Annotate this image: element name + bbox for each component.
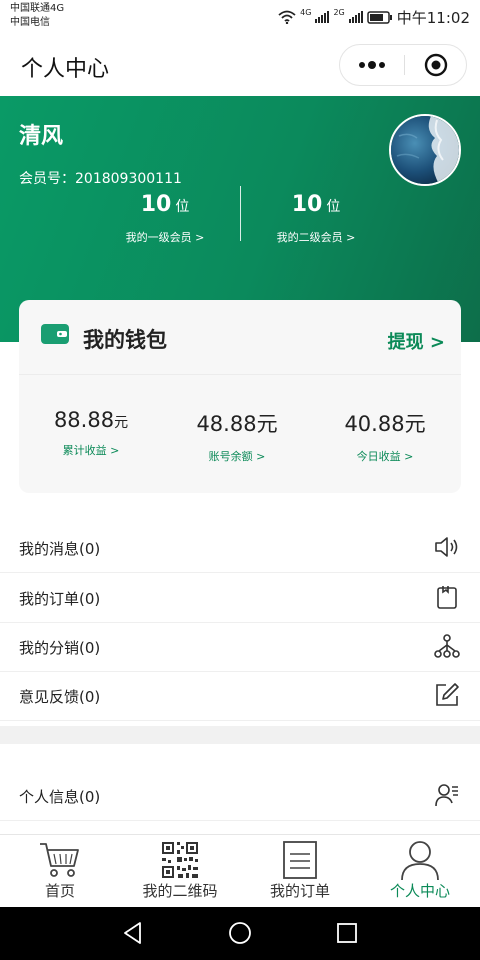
carrier-primary: 中国联通4G <box>10 3 65 14</box>
tab-orders[interactable]: 我的订单 <box>240 835 360 907</box>
menu-item-label: 个人信息(0) <box>19 788 101 806</box>
today-earnings-label: 今日收益 > <box>356 450 414 463</box>
tab-qrcode[interactable]: 我的二维码 <box>120 835 240 907</box>
target-icon <box>424 53 448 77</box>
ellipsis-icon <box>359 61 385 69</box>
tab-qrcode-label: 我的二维码 <box>142 882 218 900</box>
level2-label: 我的二级会员 > <box>276 231 356 244</box>
menu-item-label: 我的消息(0) <box>19 540 101 558</box>
menu-item-orders[interactable]: 我的订单(0) <box>0 574 480 623</box>
signal-2g-label: 2G <box>333 7 345 17</box>
signal-icon <box>315 11 330 23</box>
close-mini-program-button[interactable] <box>405 45 467 85</box>
signal-icon-2 <box>348 11 363 23</box>
tab-home[interactable]: 首页 <box>0 835 120 907</box>
today-earnings-unit: 元 <box>404 412 426 436</box>
qrcode-icon <box>162 842 198 878</box>
recents-icon[interactable] <box>334 920 360 946</box>
carrier-secondary: 中国电信 <box>10 17 50 28</box>
menu-item-label: 意见反馈(0) <box>19 688 101 706</box>
menu-item-messages[interactable]: 我的消息(0) <box>0 524 480 573</box>
back-icon[interactable] <box>120 920 146 946</box>
user-info-icon <box>435 784 458 807</box>
battery-icon <box>367 10 392 24</box>
menu-item-label: 我的订单(0) <box>19 590 101 608</box>
title-bar: 个人中心 <box>0 34 480 96</box>
account-balance[interactable]: 48.88元 账号余额 > <box>162 408 312 464</box>
account-balance-unit: 元 <box>256 412 278 436</box>
member-number: 会员号：201809300111 <box>19 171 182 187</box>
level1-label: 我的一级会员 > <box>125 231 205 244</box>
menu-item-feedback[interactable]: 意见反馈(0) <box>0 672 480 721</box>
avatar-image <box>391 116 459 184</box>
cart-icon <box>40 843 79 877</box>
account-balance-amount: 48.88 <box>196 412 257 436</box>
level1-count: 10 <box>140 192 172 217</box>
avatar[interactable] <box>389 114 461 186</box>
network-icon <box>434 634 460 658</box>
account-balance-label: 账号余额 > <box>208 450 266 463</box>
username: 清风 <box>19 124 64 149</box>
today-earnings[interactable]: 40.88元 今日收益 > <box>310 408 460 464</box>
wallet-icon <box>41 324 69 344</box>
section-gap <box>0 726 480 744</box>
menu-item-distribution[interactable]: 我的分销(0) <box>0 623 480 672</box>
total-earnings[interactable]: 88.88元 累计收益 > <box>16 408 166 458</box>
total-earnings-label: 累计收益 > <box>62 444 120 457</box>
level1-members[interactable]: 10 位 我的一级会员 > <box>85 192 245 245</box>
wallet-title: 我的钱包 <box>83 328 167 352</box>
level1-unit: 位 <box>175 199 190 215</box>
tab-bar: 首页 我的二维码 我的订单 个人中心 <box>0 834 480 907</box>
total-earnings-unit: 元 <box>114 415 129 431</box>
tab-orders-label: 我的订单 <box>269 882 330 900</box>
level2-count: 10 <box>291 192 323 217</box>
tab-profile[interactable]: 个人中心 <box>360 835 480 907</box>
total-earnings-amount: 88.88 <box>53 408 115 432</box>
home-icon[interactable] <box>227 920 253 946</box>
mini-program-capsule <box>339 44 467 86</box>
system-navigation-bar <box>0 907 480 960</box>
clipboard-icon <box>437 586 457 609</box>
person-icon <box>401 841 439 880</box>
wallet-card: 我的钱包 提现 > 88.88元 累计收益 > 48.88元 账号余额 > 40… <box>19 300 461 493</box>
page-title: 个人中心 <box>21 57 110 82</box>
menu-item-label: 我的分销(0) <box>19 639 101 657</box>
wifi-icon <box>278 10 296 24</box>
today-earnings-amount: 40.88 <box>344 412 405 436</box>
withdraw-link[interactable]: 提现 > <box>388 328 445 354</box>
clock: 中午11:02 <box>396 8 470 27</box>
tab-home-label: 首页 <box>44 882 75 900</box>
level2-members[interactable]: 10 位 我的二级会员 > <box>236 192 396 245</box>
tab-profile-label: 个人中心 <box>389 882 450 900</box>
speaker-icon <box>435 537 458 557</box>
document-icon <box>283 841 317 879</box>
signal-4g-label: 4G <box>300 7 312 17</box>
level2-unit: 位 <box>326 199 341 215</box>
status-bar: 中国联通4G 中国电信 4G 2G 中午11:02 <box>0 0 480 34</box>
menu-item-profile[interactable]: 个人信息(0) <box>0 772 480 821</box>
wallet-divider <box>19 374 461 375</box>
status-indicators: 4G 2G 中午11:02 <box>278 7 470 27</box>
more-button[interactable] <box>340 45 404 85</box>
edit-icon <box>436 683 459 706</box>
